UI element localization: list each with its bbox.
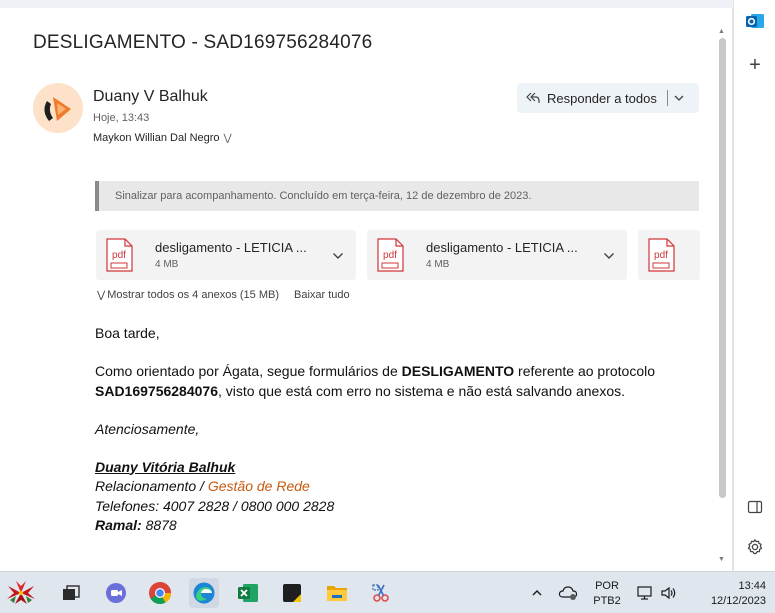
recipient-name: Maykon Willian Dal Negro bbox=[93, 132, 220, 144]
svg-text:pdf: pdf bbox=[112, 250, 126, 261]
language-indicator[interactable]: POR PTB2 bbox=[588, 579, 626, 609]
task-view-icon[interactable] bbox=[56, 578, 86, 608]
signature-name-line: Duany Vitória Balhuk bbox=[95, 458, 685, 478]
scroll-up-arrow-icon[interactable]: ▲ bbox=[718, 28, 725, 35]
chrome-icon[interactable] bbox=[145, 578, 175, 608]
reply-all-label: Responder a todos bbox=[547, 90, 657, 106]
attachment-card[interactable]: pdf desligamento - LETICIA ... 4 MB bbox=[367, 230, 627, 280]
chevron-down-icon[interactable] bbox=[603, 249, 615, 267]
attachment-actions: ⋁ Mostrar todos os 4 anexos (15 MB) Baix… bbox=[97, 289, 350, 301]
sender-name[interactable]: Duany V Balhuk bbox=[93, 88, 208, 106]
ramal-value: 8878 bbox=[141, 517, 177, 533]
right-side-rail: + bbox=[733, 0, 775, 571]
chevron-down-icon[interactable] bbox=[673, 92, 685, 104]
reply-button-divider bbox=[666, 90, 668, 106]
chevron-up-icon[interactable] bbox=[527, 578, 547, 608]
download-all-link[interactable]: Baixar tudo bbox=[294, 289, 350, 301]
show-all-label: Mostrar todos os 4 anexos (15 MB) bbox=[107, 289, 279, 301]
teams-chat-icon[interactable] bbox=[101, 578, 131, 608]
reading-pane: DESLIGAMENTO - SAD169756284076 Duany V B… bbox=[0, 8, 733, 571]
recipient-line[interactable]: Maykon Willian Dal Negro ⋁ bbox=[93, 132, 232, 144]
text-run-orange: Gestão de Rede bbox=[207, 478, 310, 494]
reply-all-button[interactable]: Responder a todos bbox=[517, 83, 699, 113]
double-chevron-down-icon: ⋁ bbox=[97, 289, 106, 301]
onedrive-sync-icon[interactable] bbox=[557, 578, 579, 608]
gear-icon[interactable] bbox=[734, 534, 775, 560]
attachment-name: desligamento - LETICIA ... bbox=[426, 240, 578, 255]
outlook-app-icon[interactable] bbox=[734, 8, 775, 34]
signature-phones: Telefones: 4007 2828 / 0800 000 2828 bbox=[95, 497, 335, 514]
body-paragraph: Como orientado por Ágata, segue formulár… bbox=[95, 362, 685, 401]
ramal-label: Ramal: bbox=[95, 517, 142, 533]
vertical-scrollbar-thumb[interactable] bbox=[719, 38, 726, 498]
edge-icon[interactable] bbox=[189, 578, 219, 608]
greeting: Boa tarde, bbox=[95, 325, 160, 341]
excel-icon[interactable] bbox=[233, 578, 263, 608]
poinsettia-widget-icon[interactable] bbox=[3, 578, 39, 608]
avatar-logo-icon bbox=[44, 97, 71, 121]
snipping-tool-icon[interactable] bbox=[366, 578, 396, 608]
network-icon[interactable] bbox=[634, 578, 656, 608]
text-run: , visto que está com erro no sistema e n… bbox=[218, 382, 626, 399]
language-code: POR bbox=[595, 580, 619, 592]
clock-time: 13:44 bbox=[738, 580, 766, 592]
reply-all-icon bbox=[525, 90, 545, 106]
show-all-attachments-link[interactable]: ⋁ Mostrar todos os 4 anexos (15 MB) bbox=[97, 289, 279, 301]
text-run: Como orientado por Ágata, segue formulár… bbox=[95, 363, 402, 379]
pdf-file-icon: pdf bbox=[648, 238, 675, 272]
svg-text:pdf: pdf bbox=[383, 250, 397, 261]
svg-text:pdf: pdf bbox=[654, 250, 668, 261]
keyboard-layout: PTB2 bbox=[593, 595, 621, 607]
attachment-card[interactable]: pdf bbox=[638, 230, 700, 280]
double-chevron-down-icon[interactable]: ⋁ bbox=[224, 133, 232, 144]
follow-up-flag-banner: Sinalizar para acompanhamento. Concluído… bbox=[95, 181, 699, 211]
flag-text: Sinalizar para acompanhamento. Concluído… bbox=[115, 190, 532, 202]
attachment-size: 4 MB bbox=[155, 259, 179, 270]
signature-dept: Relacionamento / Gestão de Rede bbox=[95, 477, 685, 497]
file-explorer-icon[interactable] bbox=[322, 578, 352, 608]
sticky-notes-icon[interactable] bbox=[277, 578, 307, 608]
signature-ramal: Ramal: 8878 bbox=[95, 516, 685, 536]
add-app-icon[interactable]: + bbox=[734, 52, 775, 78]
attachment-size: 4 MB bbox=[426, 259, 450, 270]
closing: Atenciosamente, bbox=[95, 420, 200, 437]
panel-toggle-icon[interactable] bbox=[734, 494, 775, 520]
signature-name: Duany Vitória Balhuk bbox=[95, 458, 236, 475]
chevron-down-icon[interactable] bbox=[332, 249, 344, 267]
clock-date: 12/12/2023 bbox=[710, 595, 766, 607]
scroll-down-arrow-icon[interactable]: ▼ bbox=[718, 556, 725, 563]
text-run-bold: SAD169756284076 bbox=[95, 382, 218, 399]
attachment-card[interactable]: pdf desligamento - LETICIA ... 4 MB bbox=[96, 230, 356, 280]
text-run: referente ao protocolo bbox=[514, 363, 656, 379]
sender-avatar[interactable] bbox=[33, 83, 83, 133]
windows-taskbar: POR PTB2 13:44 12/12/2023 bbox=[0, 571, 775, 613]
text-run: Relacionamento / bbox=[95, 478, 208, 494]
taskbar-clock[interactable]: 13:44 12/12/2023 bbox=[690, 579, 766, 609]
volume-icon[interactable] bbox=[658, 578, 680, 608]
email-body: Boa tarde, Como orientado por Ágata, seg… bbox=[95, 324, 685, 536]
sent-time: Hoje, 13:43 bbox=[93, 112, 150, 124]
email-subject: DESLIGAMENTO - SAD169756284076 bbox=[33, 32, 373, 53]
attachment-name: desligamento - LETICIA ... bbox=[155, 240, 307, 255]
text-run-bold: DESLIGAMENTO bbox=[401, 363, 515, 379]
pdf-file-icon: pdf bbox=[106, 238, 133, 272]
pdf-file-icon: pdf bbox=[377, 238, 404, 272]
